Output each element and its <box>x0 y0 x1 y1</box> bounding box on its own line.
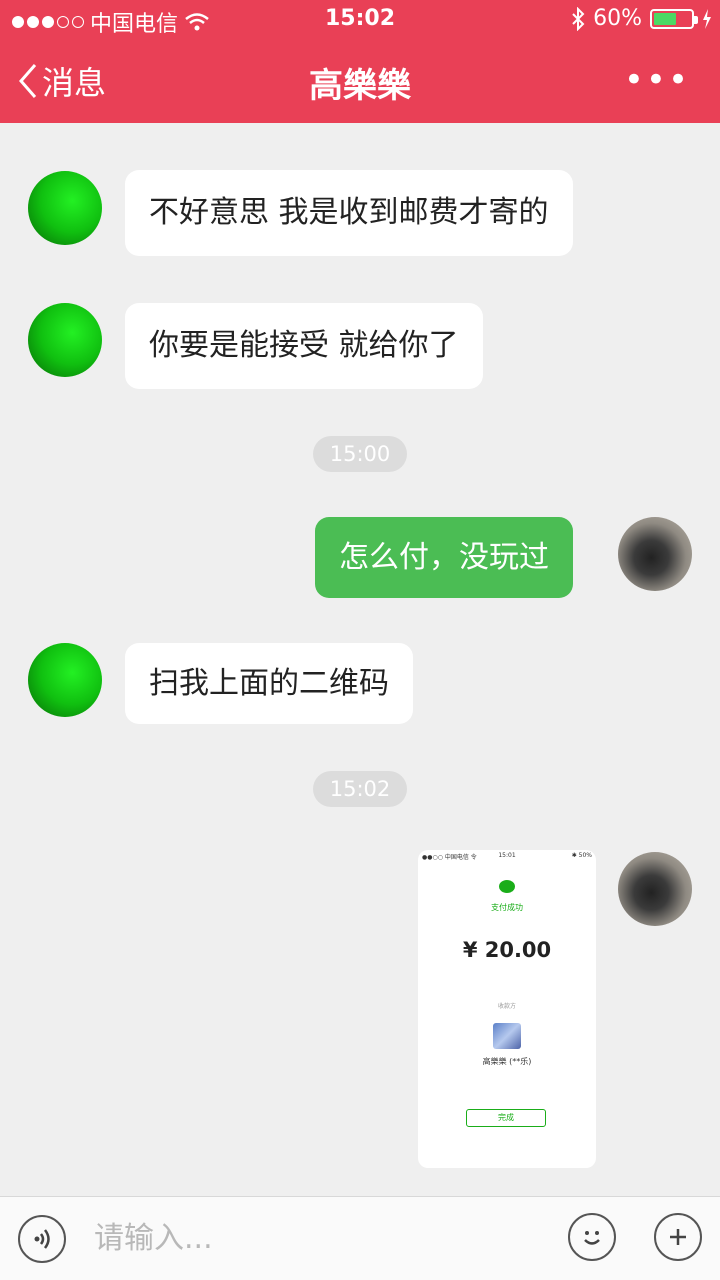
payment-amount: ¥ 20.00 <box>462 938 552 962</box>
payment-success-text: 支付成功 <box>491 903 523 912</box>
contact-avatar[interactable] <box>28 643 102 717</box>
voice-icon <box>34 1229 50 1249</box>
payee-avatar <box>493 1023 521 1049</box>
image-status-right: ✱ 50% <box>571 852 592 859</box>
payee-name: 高樂樂 (**乐) <box>482 1057 532 1066</box>
charging-icon <box>703 8 711 29</box>
chat-title: 高樂樂 <box>309 66 411 106</box>
image-message[interactable]: ●●○○ 中国电信 令 15:01 ✱ 50% 支付成功 ¥ 20.00 收款方… <box>418 850 596 1168</box>
my-avatar[interactable] <box>618 852 692 926</box>
timestamp-pill: 15:00 <box>313 436 407 472</box>
message-bubble-outgoing[interactable]: 怎么付，没玩过 <box>315 517 573 598</box>
image-status-time: 15:01 <box>498 852 516 859</box>
contact-avatar[interactable] <box>28 171 102 245</box>
emoji-icon <box>584 1231 600 1245</box>
status-bar: 中国电信 15:02 60% <box>0 0 720 40</box>
battery-percent: 60% <box>593 6 642 31</box>
timestamp-pill: 15:02 <box>313 771 407 807</box>
input-bar: 请输入... <box>0 1196 720 1280</box>
emoji-button[interactable] <box>568 1213 616 1261</box>
message-bubble-incoming[interactable]: 你要是能接受 就给你了 <box>125 303 483 389</box>
battery-fill <box>654 12 676 25</box>
contact-avatar[interactable] <box>28 303 102 377</box>
message-input[interactable]: 请输入... <box>94 1217 544 1261</box>
nav-bar: 消息 高樂樂 ••• <box>0 44 720 120</box>
done-button: 完成 <box>466 1109 546 1127</box>
status-right: 60% <box>571 6 712 31</box>
more-button[interactable]: ••• <box>624 60 690 100</box>
wechat-pay-icon <box>499 880 515 893</box>
add-button[interactable] <box>654 1213 702 1261</box>
bluetooth-icon <box>572 6 585 31</box>
message-bubble-incoming[interactable]: 不好意思 我是收到邮费才寄的 <box>125 170 573 256</box>
payee-label: 收款方 <box>497 1003 516 1010</box>
my-avatar[interactable] <box>618 517 692 591</box>
plus-icon <box>670 1229 686 1245</box>
battery-icon <box>650 8 698 29</box>
message-bubble-incoming[interactable]: 扫我上面的二维码 <box>125 643 413 724</box>
header-bar: 中国电信 15:02 60% 消息 高樂樂 ••• <box>0 0 720 123</box>
voice-button[interactable] <box>18 1215 66 1263</box>
